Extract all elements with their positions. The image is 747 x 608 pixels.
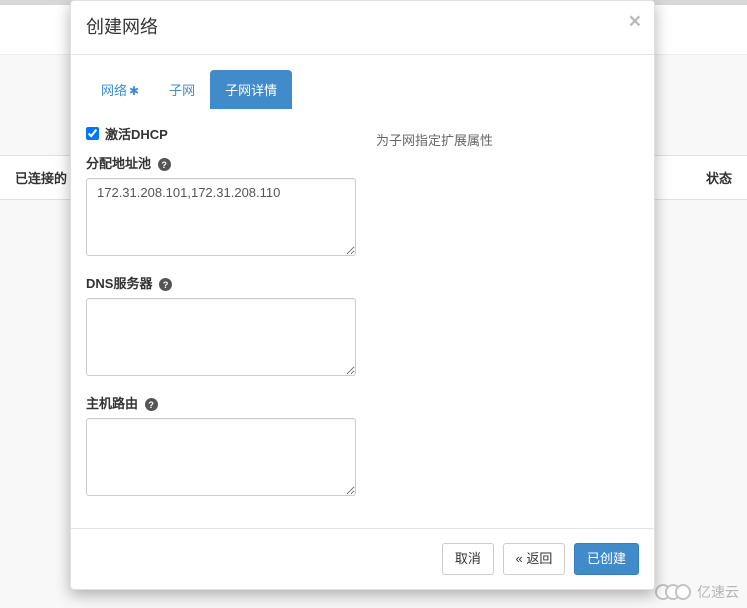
dns-servers-group: DNS服务器 ? [86,273,356,379]
host-routes-group: 主机路由 ? [86,393,356,499]
back-button[interactable]: « 返回 [503,543,566,575]
help-icon[interactable]: ? [145,398,158,411]
allocation-pools-label-text: 分配地址池 [86,156,151,171]
form-right-column: 为子网指定扩展属性 [376,124,639,513]
bg-col-connected: 已连接的 [15,168,67,187]
bg-col-status: 状态 [706,168,732,187]
modal-footer: 取消 « 返回 已创建 [71,528,654,589]
enable-dhcp-checkbox[interactable] [86,127,99,140]
create-button[interactable]: 已创建 [574,543,639,575]
tab-network[interactable]: 网络✱ [86,70,154,109]
create-network-modal: 创建网络 × 网络✱ 子网 子网详情 激活DHCP 分 [70,0,655,590]
help-icon[interactable]: ? [159,278,172,291]
host-routes-input[interactable] [86,418,356,496]
host-routes-label: 主机路由 ? [86,393,356,412]
cancel-button[interactable]: 取消 [442,543,494,575]
tab-subnet-details-label: 子网详情 [225,83,277,98]
wizard-tabs: 网络✱ 子网 子网详情 [86,70,639,109]
watermark-text: 亿速云 [697,582,739,602]
allocation-pools-input[interactable] [86,178,356,256]
help-icon[interactable]: ? [158,158,171,171]
tab-subnet-details[interactable]: 子网详情 [210,70,292,109]
required-asterisk-icon: ✱ [129,84,139,98]
watermark-logo-icon [655,584,691,600]
dns-servers-label: DNS服务器 ? [86,273,356,292]
modal-body: 网络✱ 子网 子网详情 激活DHCP 分配地址池 ? [71,55,654,528]
dns-servers-label-text: DNS服务器 [86,276,152,291]
enable-dhcp-label: 激活DHCP [105,124,168,143]
allocation-pools-label: 分配地址池 ? [86,153,356,172]
tab-subnet[interactable]: 子网 [154,70,210,109]
form-left-column: 激活DHCP 分配地址池 ? DNS服务器 ? [86,124,356,513]
modal-header: 创建网络 × [71,1,654,55]
watermark: 亿速云 [655,582,739,602]
dhcp-row: 激活DHCP [86,124,356,143]
close-icon[interactable]: × [629,11,641,32]
tab-network-label: 网络 [101,83,127,98]
tab-subnet-label: 子网 [169,83,195,98]
dns-servers-input[interactable] [86,298,356,376]
modal-title: 创建网络 [86,15,639,40]
allocation-pools-group: 分配地址池 ? [86,153,356,259]
host-routes-label-text: 主机路由 [86,396,138,411]
subnet-description: 为子网指定扩展属性 [376,133,493,148]
form-columns: 激活DHCP 分配地址池 ? DNS服务器 ? [86,124,639,513]
